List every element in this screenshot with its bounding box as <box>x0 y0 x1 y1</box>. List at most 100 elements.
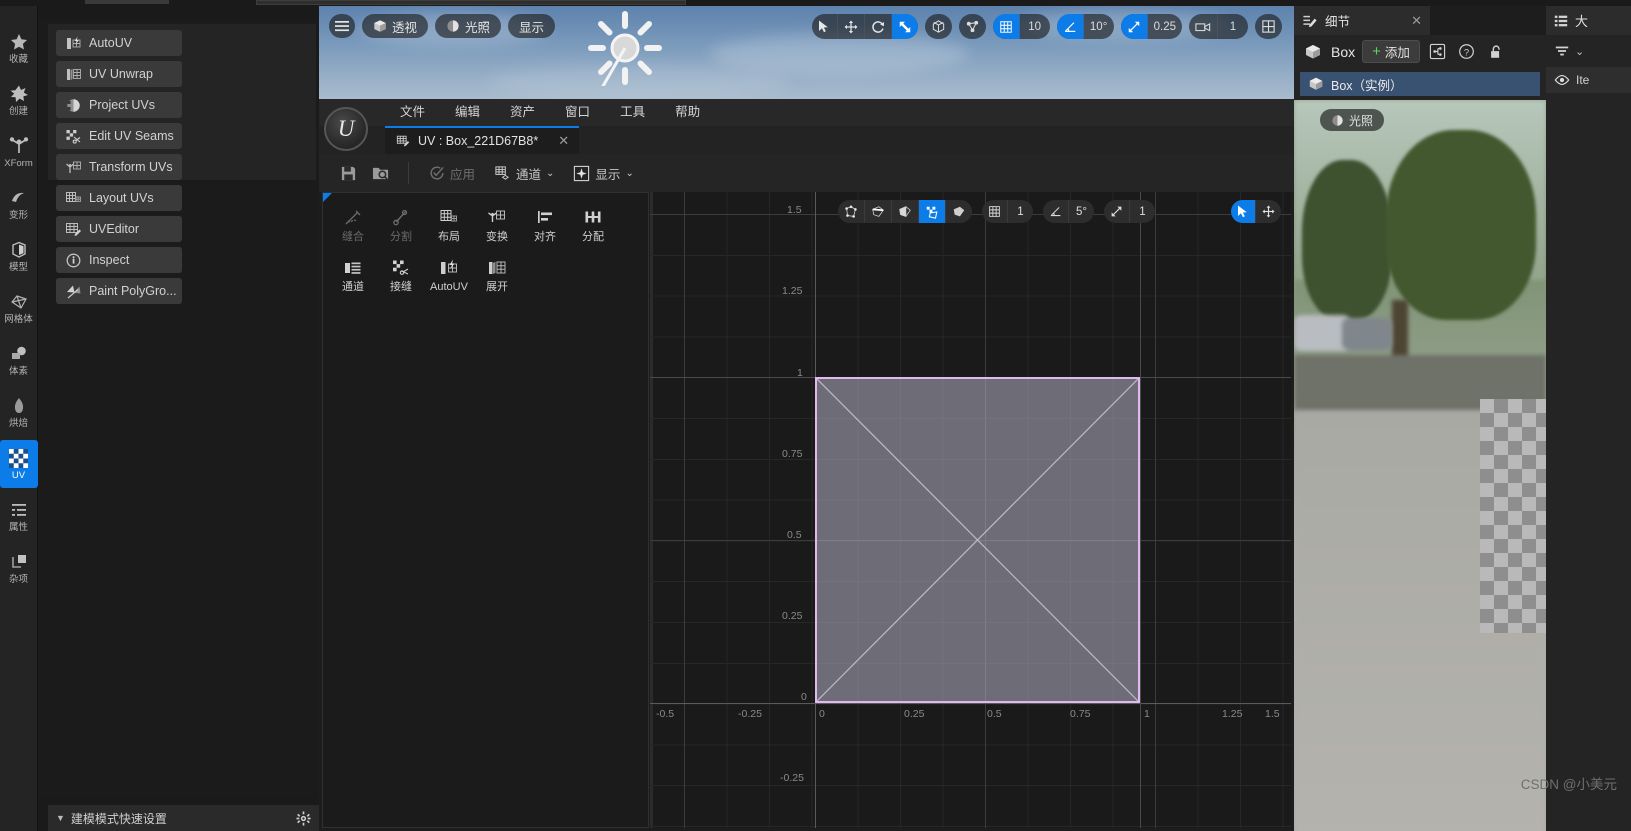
uv-tool-align[interactable]: 对齐 <box>521 205 569 251</box>
palette-button-project-uvs[interactable]: Project UVs <box>56 92 182 118</box>
uv-document-tab[interactable]: UV : Box_221D67B8* ✕ <box>385 126 580 154</box>
close-icon[interactable]: ✕ <box>1411 13 1422 29</box>
rail-item-create[interactable]: 创建 <box>0 76 38 124</box>
pivot-icon[interactable] <box>959 14 986 39</box>
uv-scale-snap-value[interactable]: 1 <box>1130 200 1155 223</box>
grid-snap-icon[interactable] <box>982 200 1008 223</box>
preview-lighting-button[interactable]: 光照 <box>1320 109 1385 131</box>
angle-snap-value[interactable]: 10° <box>1084 14 1114 39</box>
viewport-layout-button[interactable] <box>1255 14 1282 39</box>
uv-grid-snap-value[interactable]: 1 <box>1008 200 1033 223</box>
blueprint-icon[interactable] <box>1427 41 1449 63</box>
palette-button-uv-unwrap[interactable]: UV Unwrap <box>56 61 182 87</box>
world-coords-icon[interactable] <box>925 14 952 39</box>
channel-button[interactable]: 通道 ⌄ <box>486 159 562 187</box>
rail-item-xform[interactable]: XForm <box>0 128 38 176</box>
scale-snap-value[interactable]: 0.25 <box>1148 14 1182 39</box>
vertex-select-mode[interactable] <box>838 200 865 223</box>
viewport-layout-icon[interactable] <box>1255 14 1282 39</box>
filter-icon[interactable] <box>1554 43 1570 59</box>
uv-tool-layout[interactable]: 布局 <box>425 205 473 251</box>
add-component-button[interactable]: + 添加 <box>1362 40 1420 63</box>
directional-light-gizmo[interactable] <box>587 10 663 86</box>
eye-icon[interactable] <box>1554 74 1570 86</box>
grid-snap-value[interactable]: 10 <box>1020 14 1050 39</box>
scale-snap-icon[interactable] <box>1104 200 1130 223</box>
uv-x-label: -0.5 <box>656 708 675 720</box>
menu-window[interactable]: 窗口 <box>550 99 605 126</box>
rail-item-mesh[interactable]: 网格体 <box>0 284 38 332</box>
uv-move-tool[interactable] <box>1256 200 1281 223</box>
rail-item-uv[interactable]: UV <box>0 440 38 488</box>
chevron-down-icon[interactable]: ▼ <box>56 813 65 823</box>
palette-button-edit-uv-seams[interactable]: Edit UV Seams <box>56 123 182 149</box>
palette-button-autouv[interactable]: AutoUV <box>56 30 182 56</box>
details-preview-viewport[interactable]: 光照 <box>1294 100 1546 831</box>
close-icon[interactable]: ✕ <box>558 133 569 149</box>
rail-item-model[interactable]: 模型 <box>0 232 38 280</box>
mesh-select-mode[interactable] <box>946 200 972 223</box>
edge-select-mode[interactable] <box>865 200 892 223</box>
rail-item-attributes[interactable]: 属性 <box>0 492 38 540</box>
palette-button-uv-editor[interactable]: UVEditor <box>56 216 182 242</box>
palette-button-layout-uvs[interactable]: Layout UVs <box>56 185 182 211</box>
menu-file[interactable]: 文件 <box>385 99 440 126</box>
grid-snap-icon[interactable] <box>992 14 1020 39</box>
palette-button-inspect[interactable]: Inspect <box>56 247 182 273</box>
uv-tool-unwrap[interactable]: 展开 <box>473 255 521 301</box>
angle-snap-icon[interactable] <box>1043 200 1069 223</box>
face-select-mode[interactable] <box>892 200 919 223</box>
camera-icon[interactable] <box>1189 14 1218 39</box>
rail-item-bake[interactable]: 烘焙 <box>0 388 38 436</box>
viewport-3d[interactable]: 透视 光照 显示 10 10° 0.25 1 <box>319 6 1294 99</box>
details-component-row[interactable]: Box（实例） <box>1300 72 1540 96</box>
uv-tool-sew[interactable]: 缝合 <box>329 205 377 251</box>
move-tool[interactable] <box>838 14 865 39</box>
uv-tool-distribute[interactable]: 分配 <box>569 205 617 251</box>
select-tool[interactable] <box>812 14 838 39</box>
gear-icon[interactable] <box>296 810 311 826</box>
rail-item-misc[interactable]: 杂项 <box>0 544 38 592</box>
rail-item-favorites[interactable]: 收藏 <box>0 24 38 72</box>
rail-item-deform[interactable]: 变形 <box>0 180 38 228</box>
uv-tool-autouv[interactable]: AutoUV <box>425 255 473 301</box>
menu-edit[interactable]: 编辑 <box>440 99 495 126</box>
uv-tool-seams[interactable]: 接缝 <box>377 255 425 301</box>
uv-angle-snap-value[interactable]: 5° <box>1069 200 1094 223</box>
viewport-perspective-button[interactable]: 透视 <box>362 14 429 38</box>
uv-tool-transform[interactable]: 变换 <box>473 205 521 251</box>
uv-tool-split[interactable]: 分割 <box>377 205 425 251</box>
palette-button-transform-uvs[interactable]: Transform UVs <box>56 154 182 180</box>
save-icon[interactable] <box>333 159 363 187</box>
coordinate-system-button[interactable] <box>924 14 952 39</box>
palette-button-paint-polygroups[interactable]: Paint PolyGro... <box>56 278 182 304</box>
viewport-menu-button[interactable] <box>329 14 355 38</box>
uv-island-selected[interactable] <box>815 377 1140 703</box>
quick-settings-bar[interactable]: ▼ 建模模式快速设置 <box>48 805 319 831</box>
menu-tools[interactable]: 工具 <box>605 99 660 126</box>
help-question-icon[interactable]: ? <box>1456 41 1478 63</box>
chevron-down-icon[interactable]: ⌄ <box>1575 45 1584 58</box>
apply-button[interactable]: 应用 <box>421 159 483 187</box>
viewport-lighting-button[interactable]: 光照 <box>435 14 502 38</box>
unreal-engine-logo[interactable]: U <box>324 107 368 151</box>
angle-snap-icon[interactable] <box>1056 14 1084 39</box>
pivot-button[interactable] <box>958 14 986 39</box>
uv-tool-channel[interactable]: 通道 <box>329 255 377 301</box>
unlock-icon[interactable] <box>1485 41 1507 63</box>
scale-snap-icon[interactable] <box>1120 14 1148 39</box>
uv-select-tool[interactable] <box>1231 200 1256 223</box>
outliner-tab[interactable]: 大 <box>1546 6 1631 35</box>
menu-assets[interactable]: 资产 <box>495 99 550 126</box>
menu-help[interactable]: 帮助 <box>660 99 715 126</box>
display-button[interactable]: 显示 ⌄ <box>565 159 641 187</box>
camera-speed-value[interactable]: 1 <box>1218 14 1248 39</box>
details-tab[interactable]: 细节 ✕ <box>1294 6 1430 35</box>
uv-viewport[interactable]: -0.5 -0.25 0 0.25 0.5 0.75 1 1.25 1.5 1.… <box>650 192 1291 828</box>
rotate-tool[interactable] <box>865 14 892 39</box>
browse-content-icon[interactable] <box>366 159 396 187</box>
viewport-show-button[interactable]: 显示 <box>508 14 556 38</box>
scale-tool[interactable] <box>891 14 918 39</box>
island-select-mode[interactable] <box>919 200 946 223</box>
rail-item-voxel[interactable]: 体素 <box>0 336 38 384</box>
